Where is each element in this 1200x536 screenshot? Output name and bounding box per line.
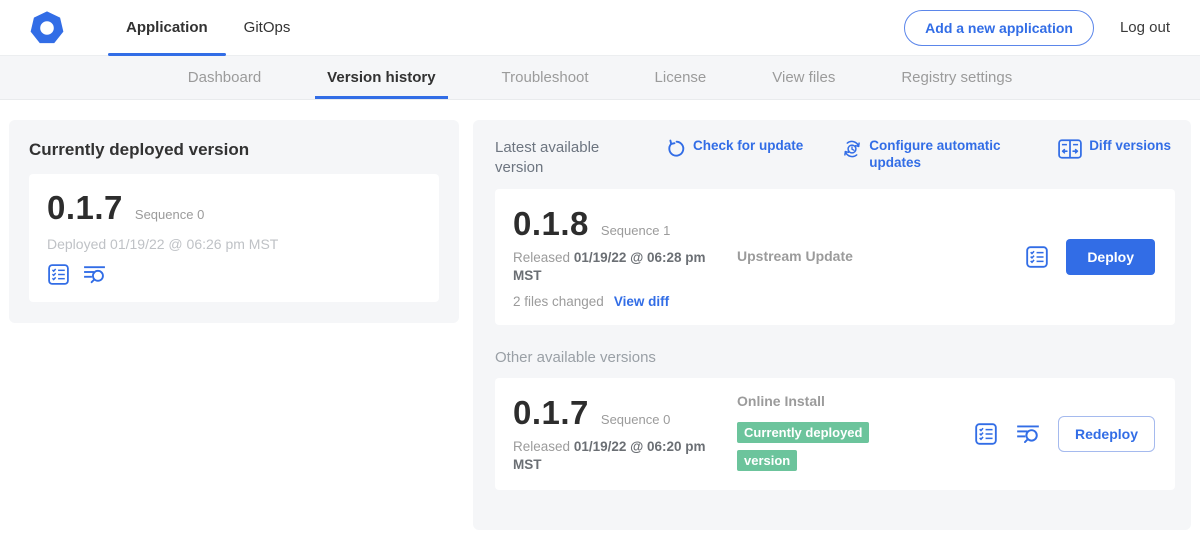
navbar-tab-application[interactable]: Application: [108, 0, 226, 55]
add-new-application-button[interactable]: Add a new application: [904, 10, 1094, 46]
deployed-version-number: 0.1.7: [47, 189, 123, 227]
redeploy-button[interactable]: Redeploy: [1058, 416, 1155, 452]
tab-label: License: [655, 69, 707, 86]
tab-label: Troubleshoot: [502, 69, 589, 86]
version-config-checklist-icon[interactable]: [1025, 245, 1049, 269]
version-card-0-1-8: 0.1.8 Sequence 1 Released 01/19/22 @ 06:…: [495, 189, 1175, 325]
logout-link[interactable]: Log out: [1120, 19, 1170, 36]
tab-version-history[interactable]: Version history: [307, 56, 455, 99]
source-label: Upstream Update: [737, 248, 853, 264]
tab-license[interactable]: License: [635, 56, 727, 99]
sequence-label: Sequence 0: [601, 412, 670, 427]
version-card-0-1-7: 0.1.7 Sequence 0 Released 01/19/22 @ 06:…: [495, 378, 1175, 490]
refresh-icon: [666, 139, 686, 159]
sequence-label: Sequence 1: [601, 223, 670, 238]
currently-deployed-badge: Currently deployed version: [737, 422, 869, 471]
version-source: Upstream Update: [731, 248, 1025, 266]
tab-label: View files: [772, 69, 835, 86]
version-info: 0.1.8 Sequence 1 Released 01/19/22 @ 06:…: [513, 205, 731, 309]
tab-registry-settings[interactable]: Registry settings: [881, 56, 1032, 99]
deployed-card-icons: [47, 263, 421, 286]
view-diff-link[interactable]: View diff: [614, 294, 669, 309]
tab-label: Dashboard: [188, 69, 261, 86]
deploy-button[interactable]: Deploy: [1066, 239, 1155, 275]
currently-deployed-panel: Currently deployed version 0.1.7 Sequenc…: [9, 120, 459, 323]
version-info: 0.1.7 Sequence 0 Released 01/19/22 @ 06:…: [513, 394, 731, 474]
version-actions: Redeploy: [974, 416, 1157, 452]
deployed-version-card: 0.1.7 Sequence 0 Deployed 01/19/22 @ 06:…: [29, 174, 439, 302]
tab-troubleshoot[interactable]: Troubleshoot: [482, 56, 609, 99]
available-versions-panel: Latest available version Check for updat…: [473, 120, 1191, 530]
tab-label: Version history: [327, 69, 435, 86]
navbar-tabs: Application GitOps: [108, 0, 308, 55]
main-content: Currently deployed version 0.1.7 Sequenc…: [0, 100, 1200, 530]
deployed-date-text: Deployed 01/19/22 @ 06:26 pm MST: [47, 236, 421, 252]
released-label: Released: [513, 439, 570, 454]
other-available-versions-title: Other available versions: [495, 349, 1175, 366]
version-number: 0.1.8: [513, 205, 589, 243]
deployed-version-row: 0.1.7 Sequence 0: [47, 189, 421, 227]
deployed-panel-title: Currently deployed version: [29, 140, 439, 160]
latest-available-title: Latest available version: [495, 138, 627, 177]
view-logs-icon[interactable]: [82, 263, 107, 286]
tab-label: Registry settings: [901, 69, 1012, 86]
files-changed-line: 2 files changed View diff: [513, 294, 731, 309]
kots-logo-icon: [30, 11, 64, 45]
released-line: Released 01/19/22 @ 06:28 pm MST: [513, 249, 731, 285]
navbar-right: Add a new application Log out: [904, 0, 1170, 55]
configure-automatic-updates-button[interactable]: Configure automatic updates: [842, 138, 1019, 172]
configure-automatic-updates-label: Configure automatic updates: [869, 138, 1019, 172]
tab-dashboard[interactable]: Dashboard: [168, 56, 281, 99]
diff-versions-button[interactable]: Diff versions: [1058, 138, 1171, 159]
files-changed-text: 2 files changed: [513, 294, 604, 309]
version-actions: Deploy: [1025, 239, 1157, 275]
diff-versions-label: Diff versions: [1089, 138, 1171, 155]
version-number: 0.1.7: [513, 394, 589, 432]
view-logs-icon[interactable]: [1015, 422, 1041, 446]
navbar-tab-gitops[interactable]: GitOps: [226, 0, 309, 55]
available-panel-header: Latest available version Check for updat…: [495, 138, 1175, 177]
navbar-tab-label: Application: [126, 19, 208, 36]
diff-icon: [1058, 139, 1082, 159]
version-config-checklist-icon[interactable]: [974, 422, 998, 446]
version-config-checklist-icon[interactable]: [47, 263, 70, 286]
check-for-update-button[interactable]: Check for update: [666, 138, 803, 159]
top-navbar: Application GitOps Add a new application…: [0, 0, 1200, 56]
app-logo[interactable]: [30, 0, 64, 55]
navbar-tab-label: GitOps: [244, 19, 291, 36]
check-for-update-label: Check for update: [693, 138, 803, 155]
app-subnav: Dashboard Version history Troubleshoot L…: [0, 56, 1200, 100]
auto-update-clock-icon: [842, 139, 862, 159]
deployed-sequence-label: Sequence 0: [135, 207, 204, 222]
deployed-badge-wrap: Currently deployed version: [737, 419, 895, 475]
version-source: Online Install Currently deployed versio…: [731, 393, 974, 475]
tab-view-files[interactable]: View files: [752, 56, 855, 99]
source-label: Online Install: [737, 393, 825, 409]
released-label: Released: [513, 250, 570, 265]
released-line: Released 01/19/22 @ 06:20 pm MST: [513, 438, 731, 474]
